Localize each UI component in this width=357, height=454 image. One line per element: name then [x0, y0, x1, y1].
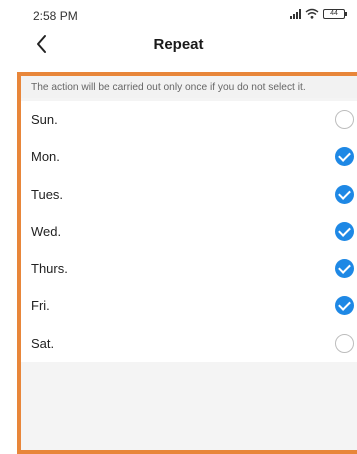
day-list: Sun. Mon. Tues. Wed. Thurs. Fri. Sat.: [21, 101, 357, 363]
day-label: Thurs.: [31, 261, 68, 277]
day-label: Sat.: [31, 335, 55, 351]
unchecked-circle-icon[interactable]: [335, 333, 354, 353]
status-icons: 44: [290, 8, 347, 19]
nav-bar: Repeat: [0, 28, 357, 62]
battery-icon: 44: [323, 8, 347, 19]
day-row-tues[interactable]: Tues.: [21, 176, 357, 213]
page-title: Repeat: [153, 36, 204, 53]
checked-circle-icon[interactable]: [335, 184, 354, 204]
day-row-mon[interactable]: Mon.: [21, 138, 357, 175]
checked-circle-icon[interactable]: [335, 259, 354, 279]
day-label: Tues.: [31, 186, 64, 202]
status-bar: 2:58 PM 44: [0, 0, 357, 28]
day-label: Sun.: [31, 112, 58, 127]
day-row-sun[interactable]: Sun.: [21, 101, 357, 138]
status-time: 2:58 PM: [33, 9, 78, 23]
day-label: Fri.: [31, 298, 50, 314]
day-label: Wed.: [31, 223, 62, 239]
wifi-icon: [305, 8, 319, 19]
highlight-frame: The action will be carried out only once…: [17, 72, 357, 454]
checked-circle-icon[interactable]: [335, 296, 354, 316]
day-label: Mon.: [31, 149, 60, 165]
signal-icon: [290, 8, 301, 19]
day-row-wed[interactable]: Wed.: [21, 213, 357, 250]
day-row-sat[interactable]: Sat.: [21, 325, 357, 362]
checked-circle-icon[interactable]: [335, 147, 354, 167]
day-row-thurs[interactable]: Thurs.: [21, 250, 357, 287]
unchecked-circle-icon[interactable]: [335, 110, 354, 129]
day-row-fri[interactable]: Fri.: [21, 287, 357, 324]
hint-text: The action will be carried out only once…: [21, 76, 357, 98]
checked-circle-icon[interactable]: [335, 221, 354, 241]
